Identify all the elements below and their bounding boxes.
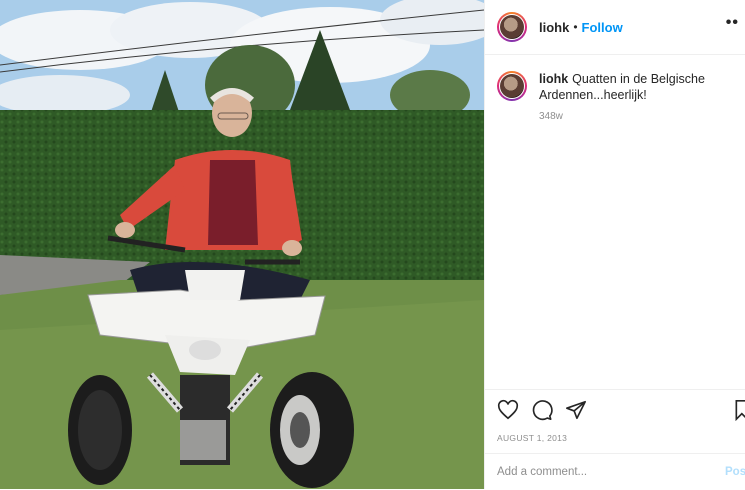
avatar[interactable] xyxy=(497,12,527,42)
action-bar xyxy=(485,389,745,428)
post-sidebar: liohk • Follow •• liohk Quatten in de Bel… xyxy=(484,0,745,489)
heart-icon[interactable] xyxy=(497,399,519,421)
avatar-image xyxy=(500,15,524,39)
caption-avatar-image xyxy=(500,74,524,98)
caption: liohk Quatten in de Belgische Ardennen...… xyxy=(485,55,745,125)
comment-input[interactable] xyxy=(485,465,699,479)
comment-box: Post xyxy=(485,453,745,490)
username-link[interactable]: liohk xyxy=(539,20,569,35)
post-comment-button[interactable]: Post xyxy=(725,466,745,478)
atv-photo-illustration xyxy=(0,0,484,489)
more-options-icon[interactable]: •• xyxy=(726,14,739,32)
share-icon[interactable] xyxy=(565,399,587,421)
post-header: liohk • Follow •• xyxy=(485,0,745,55)
follow-button[interactable]: Follow xyxy=(582,20,623,35)
avatar-frame xyxy=(499,14,525,40)
separator-dot: • xyxy=(573,20,578,34)
caption-username[interactable]: liohk xyxy=(539,72,568,86)
comment-icon[interactable] xyxy=(531,399,553,421)
caption-text-block: liohk Quatten in de Belgische Ardennen...… xyxy=(539,71,714,125)
post-photo[interactable] xyxy=(0,0,484,489)
post-date[interactable]: AUGUST 1, 2013 xyxy=(497,433,567,443)
instagram-post: liohk • Follow •• liohk Quatten in de Bel… xyxy=(0,0,745,489)
caption-avatar-frame xyxy=(499,73,525,99)
caption-timestamp[interactable]: 348w xyxy=(539,109,714,125)
bookmark-icon[interactable] xyxy=(733,399,745,421)
caption-avatar[interactable] xyxy=(497,71,527,101)
